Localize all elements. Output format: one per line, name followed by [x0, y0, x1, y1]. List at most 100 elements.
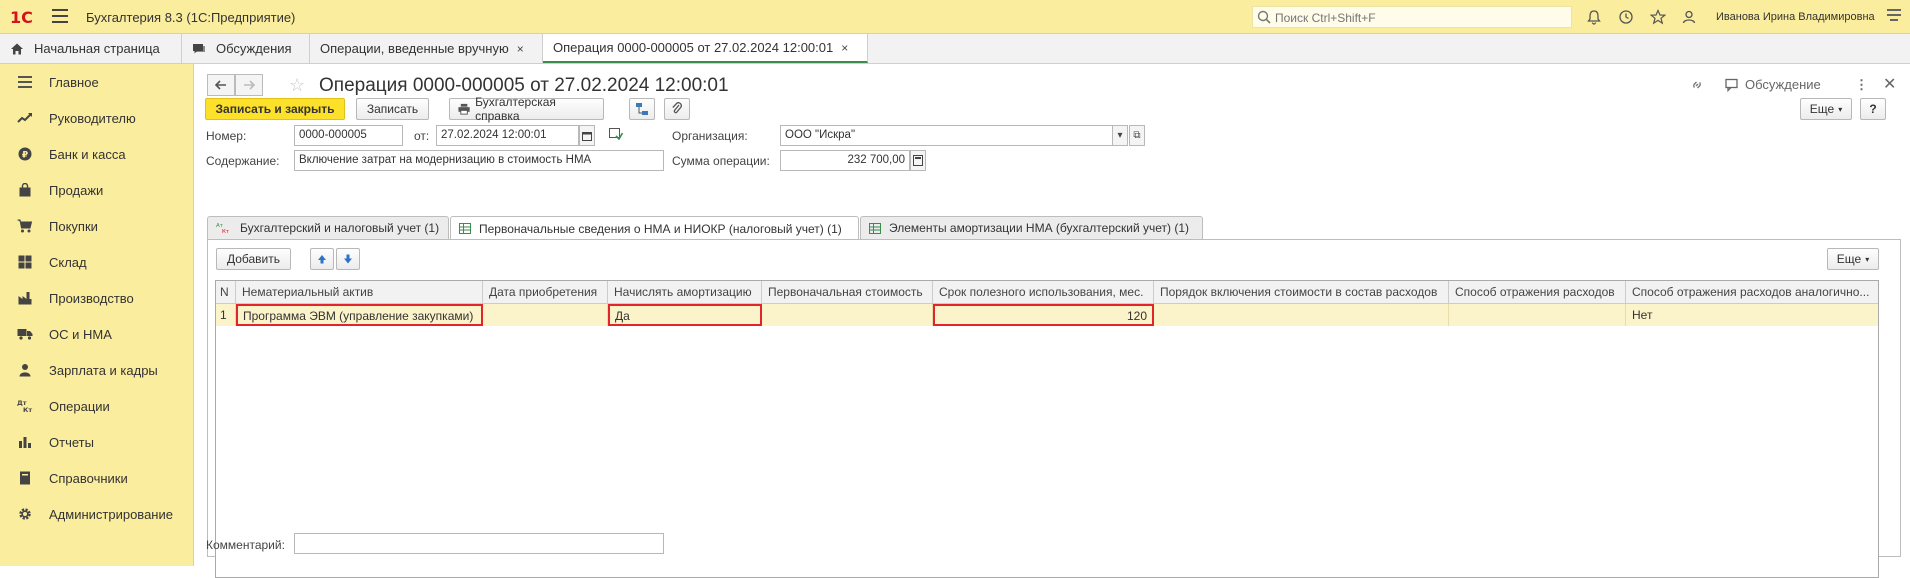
useful-life-cell[interactable]: 120 [933, 304, 1154, 326]
tab-manual-operations[interactable]: Операции, введенные вручную × [310, 34, 543, 63]
sidebar-item-reports[interactable]: Отчеты [0, 424, 194, 460]
arrow-down-icon [344, 254, 352, 264]
sidebar-item-main[interactable]: Главное [0, 64, 194, 100]
tab-amortization-elements[interactable]: Элементы амортизации НМА (бухгалтерский … [860, 216, 1203, 239]
discussion-button[interactable]: Обсуждение [1725, 77, 1821, 92]
table-header: N Нематериальный актив Дата приобретения… [216, 281, 1878, 304]
search-input[interactable] [1273, 9, 1567, 27]
sidebar-item-administration[interactable]: Администрирование [0, 496, 194, 532]
move-up-button[interactable] [310, 248, 334, 270]
home-icon [11, 43, 23, 54]
sidebar-item-operations[interactable]: Дт Кт Операции [0, 388, 194, 424]
column-header[interactable]: Порядок включения стоимости в состав рас… [1154, 281, 1449, 303]
sidebar-item-warehouse[interactable]: Склад [0, 244, 194, 280]
tab-label: Операция 0000-000005 от 27.02.2024 12:00… [553, 40, 834, 55]
sidebar-item-label: Справочники [49, 470, 128, 486]
column-header[interactable]: Первоначальная стоимость [762, 281, 933, 303]
tab-initial-nma[interactable]: Первоначальные сведения о НМА и НИОКР (н… [450, 216, 859, 240]
global-search[interactable] [1252, 6, 1572, 28]
sidebar-item-manager[interactable]: Руководителю [0, 100, 194, 136]
users-icon[interactable] [1680, 7, 1700, 27]
close-icon[interactable]: × [841, 41, 848, 55]
charge-amortization-cell[interactable]: Да [608, 304, 762, 326]
tab-operation-document[interactable]: Операция 0000-000005 от 27.02.2024 12:00… [543, 34, 868, 63]
save-and-close-button[interactable]: Записать и закрыть [205, 98, 345, 120]
calculator-icon[interactable] [910, 150, 926, 171]
date-label: от: [414, 129, 430, 143]
number-field[interactable]: 0000-000005 [294, 125, 403, 146]
paperclip-icon [672, 102, 682, 114]
column-header[interactable]: Срок полезного использования, мес. [933, 281, 1154, 303]
chevron-down-icon: ▾ [1865, 254, 1870, 264]
table-more-button[interactable]: Еще ▾ [1827, 248, 1879, 270]
save-button[interactable]: Записать [356, 98, 429, 120]
history-icon[interactable] [1616, 7, 1636, 27]
initial-cost-cell[interactable] [762, 304, 933, 326]
arrow-up-icon [318, 255, 326, 264]
close-icon[interactable]: × [517, 42, 524, 56]
sidebar-item-catalogs[interactable]: Справочники [0, 460, 194, 496]
comment-field[interactable] [294, 533, 664, 554]
column-header[interactable]: Дата приобретения [483, 281, 608, 303]
organization-field[interactable]: ООО "Искра" [780, 125, 1128, 146]
column-header[interactable]: Способ отражения расходов аналогично... [1626, 281, 1878, 303]
sidebar-item-production[interactable]: Производство [0, 280, 194, 316]
forward-button[interactable] [235, 74, 263, 96]
more-actions-icon[interactable]: ⋮ [1855, 77, 1868, 93]
sidebar-item-label: Производство [49, 290, 134, 306]
table-row[interactable]: 1 Программа ЭВМ (управление закупками) Д… [216, 304, 1878, 326]
content-field[interactable]: Включение затрат на модернизацию в стоим… [294, 150, 664, 171]
sidebar-item-sales[interactable]: Продажи [0, 172, 194, 208]
dropdown-chevron-icon[interactable]: ▾ [1112, 125, 1128, 146]
calendar-icon[interactable] [579, 125, 595, 146]
accounting-certificate-button[interactable]: Бухгалтерская справка [449, 95, 604, 123]
close-form-icon[interactable]: ✕ [1883, 74, 1896, 94]
back-button[interactable] [207, 74, 235, 96]
row-number-cell[interactable]: 1 [216, 304, 236, 326]
favorite-star-icon[interactable]: ☆ [289, 75, 305, 96]
sum-field[interactable]: 232 700,00 [780, 150, 910, 171]
attachments-button[interactable] [664, 98, 690, 120]
date-field[interactable]: 27.02.2024 12:00:01 [436, 125, 579, 146]
link-icon[interactable] [1689, 77, 1705, 96]
tab-home[interactable]: Начальная страница [0, 34, 182, 63]
intangible-asset-cell[interactable]: Программа ЭВМ (управление закупками) [236, 304, 483, 326]
sidebar-item-bank[interactable]: ₽ Банк и касса [0, 136, 194, 172]
column-header[interactable]: Способ отражения расходов [1449, 281, 1626, 303]
more-button[interactable]: Еще ▾ [1800, 98, 1852, 120]
settings-menu-icon[interactable] [1887, 9, 1901, 24]
column-header[interactable]: Начислять амортизацию [608, 281, 762, 303]
sidebar-item-label: Покупки [49, 218, 98, 234]
move-down-button[interactable] [336, 248, 360, 270]
app-logo[interactable]: 1С [10, 8, 33, 27]
cost-inclusion-order-cell[interactable] [1154, 304, 1449, 326]
tab-discussions[interactable]: Обсуждения [182, 34, 310, 63]
sidebar-item-assets[interactable]: ОС и НМА [0, 316, 194, 352]
column-header[interactable]: Нематериальный актив [236, 281, 483, 303]
main-menu-icon[interactable] [52, 9, 68, 23]
sum-label: Сумма операции: [672, 154, 770, 168]
bar-chart-icon [16, 433, 34, 451]
favorites-star-icon[interactable] [1648, 7, 1668, 27]
add-row-button[interactable]: Добавить [216, 248, 291, 270]
acquisition-date-cell[interactable] [483, 304, 608, 326]
tab-accounting-tax[interactable]: Ат Кт Бухгалтерский и налоговый учет (1) [207, 216, 449, 239]
sidebar-item-payroll[interactable]: Зарплата и кадры [0, 352, 194, 388]
sidebar-item-purchases[interactable]: Покупки [0, 208, 194, 244]
accounting-certificate-label: Бухгалтерская справка [475, 95, 556, 123]
structure-button[interactable] [629, 98, 655, 120]
tab-label: Операции, введенные вручную [320, 41, 509, 56]
bell-icon[interactable] [1584, 7, 1604, 27]
open-organization-icon[interactable]: ⧉ [1129, 125, 1145, 146]
book-icon [16, 469, 34, 487]
expense-method-cell[interactable] [1449, 304, 1626, 326]
hierarchy-icon [636, 103, 648, 115]
user-name[interactable]: Иванова Ирина Владимировна [1716, 11, 1875, 23]
column-header[interactable]: N [216, 281, 236, 303]
help-button[interactable]: ? [1860, 98, 1886, 120]
top-bar: 1С Бухгалтерия 8.3 (1С:Предприятие) Иван… [0, 0, 1910, 34]
tab-label: Первоначальные сведения о НМА и НИОКР (н… [479, 221, 842, 236]
cart-icon [16, 217, 34, 235]
expense-method-similar-cell[interactable]: Нет [1626, 304, 1878, 326]
date-select-icon[interactable] [609, 128, 624, 143]
